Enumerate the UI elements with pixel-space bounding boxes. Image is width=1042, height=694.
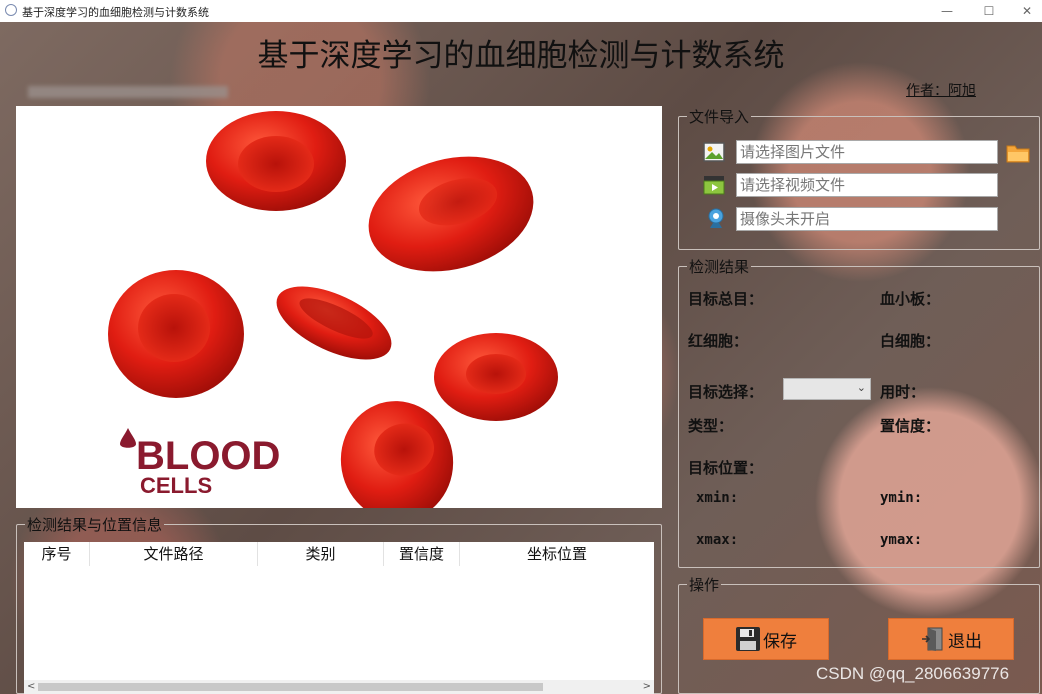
target-select-dropdown[interactable]: ⌄ [783,378,871,400]
rbc-count-label: 红细胞： [688,332,749,350]
cell-2 [368,156,534,272]
column-header-filepath[interactable]: 文件路径 [90,542,258,566]
video-icon[interactable] [703,174,725,196]
watermark: CSDN @qq_2806639776 [816,664,1010,683]
xmin-label: xmin: [696,490,739,506]
image-icon[interactable] [703,141,725,163]
column-header-class[interactable]: 类别 [258,542,384,566]
exit-button-label: 退出 [948,631,982,652]
cell-5 [434,333,558,421]
scroll-left-icon[interactable]: < [27,680,35,694]
scrollbar-thumb[interactable] [38,683,543,691]
total-count-label: 目标总目： [688,290,764,308]
position-label: 目标位置： [688,459,764,477]
close-button[interactable]: ✕ [1012,2,1042,20]
cell-4 [276,286,392,360]
exit-door-icon [922,627,943,651]
time-label: 用时： [880,383,926,401]
results-table-legend: 检测结果与位置信息 [27,516,163,534]
app-icon [5,4,17,16]
window-title: 基于深度学习的血细胞检测与计数系统 [22,6,209,19]
author-label: 作者：阿旭 [906,83,976,99]
results-table[interactable]: 序号 文件路径 类别 置信度 坐标位置 [24,542,654,694]
camera-status-field[interactable]: 摄像头未开启 [736,207,998,231]
column-header-coordinates[interactable]: 坐标位置 [460,542,654,566]
window-titlebar: 基于深度学习的血细胞检测与计数系统 — ☐ ✕ [0,0,1042,22]
exit-button[interactable]: 退出 [888,618,1014,660]
blood-drop-icon [120,428,136,448]
ymax-label: ymax: [880,532,923,548]
target-select-label: 目标选择： [688,383,764,401]
operations-legend: 操作 [689,576,720,594]
file-import-legend: 文件导入 [689,108,750,126]
scroll-right-icon[interactable]: > [643,680,651,694]
image-preview: BLOOD CELLS [16,106,662,508]
cell-6 [340,401,454,508]
horizontal-scrollbar[interactable]: < > [24,680,654,694]
camera-icon[interactable] [705,207,727,229]
folder-icon[interactable] [1006,141,1030,163]
maximize-button[interactable]: ☐ [974,2,1004,20]
column-header-confidence[interactable]: 置信度 [384,542,460,566]
image-path-field[interactable]: 请选择图片文件 [736,140,998,164]
page-title: 基于深度学习的血细胞检测与计数系统 [257,38,785,74]
detection-result-legend: 检测结果 [689,258,750,276]
cell-1 [206,111,346,211]
column-header-index[interactable]: 序号 [24,542,90,566]
brand-line1: BLOOD [136,434,280,478]
minimize-button[interactable]: — [932,2,962,20]
type-label: 类型： [688,417,734,435]
brand-line2: CELLS [140,473,212,498]
save-button[interactable]: 保存 [703,618,829,660]
chevron-down-icon: ⌄ [856,381,866,394]
ymin-label: ymin: [880,490,923,506]
xmax-label: xmax: [696,532,739,548]
save-icon [736,627,760,651]
video-path-field[interactable]: 请选择视频文件 [736,173,998,197]
blurred-text [28,86,228,98]
blood-cells-image: BLOOD CELLS [108,111,558,508]
platelet-count-label: 血小板： [880,290,941,308]
confidence-label: 置信度： [880,417,941,435]
wbc-count-label: 白细胞： [880,332,941,350]
save-button-label: 保存 [763,631,797,652]
cell-3 [108,270,244,398]
